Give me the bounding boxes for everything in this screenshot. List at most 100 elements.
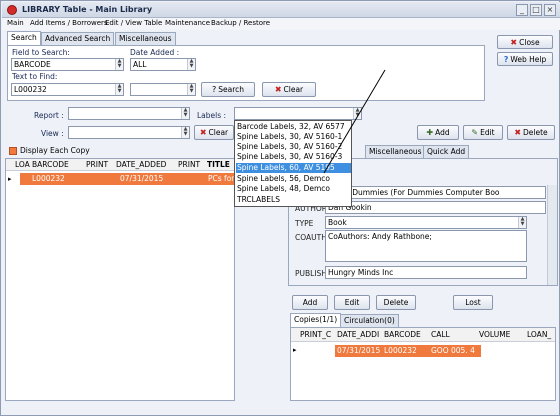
copy-edit-button[interactable]: Edit [334, 295, 370, 310]
minimize-button[interactable]: _ [516, 4, 528, 16]
publisher-value: Hungry Minds Inc [328, 268, 394, 277]
col-header[interactable]: PRINT [178, 159, 208, 171]
coauthors-field[interactable]: CoAuthors: Andy Rathbone; [325, 230, 527, 262]
col-header[interactable]: TITLE [207, 159, 234, 171]
labels-option[interactable]: Spine Labels, 48, Demco [236, 184, 351, 194]
tab-miscellaneous[interactable]: Miscellaneous [115, 32, 176, 45]
clear-icon: ✖ [199, 128, 207, 137]
tab-copies[interactable]: Copies(1/1) [290, 313, 342, 327]
publisher-field[interactable]: Hungry Minds Inc [325, 266, 527, 279]
labels-label: Labels : [197, 111, 227, 120]
window-title: LIBRARY Table - Main Library [22, 5, 153, 14]
help-icon: ? [503, 55, 509, 64]
copies-grid[interactable]: PRINT_C DATE_ADDI BARCODE CALL VOLUME LO… [290, 327, 556, 401]
cell-date-added: 07/31/2015 [337, 346, 381, 355]
web-help-label: Web Help [510, 55, 547, 64]
menu-backup[interactable]: Backup / Restore [211, 19, 270, 27]
date-added-value: ALL [133, 60, 147, 69]
clear-icon: ✖ [274, 85, 282, 94]
copy-add-button[interactable]: Add [292, 295, 328, 310]
type-label: TYPE [295, 219, 314, 228]
display-each-copy-label: Display Each Copy [20, 146, 90, 155]
close-button-label: Close [519, 38, 540, 47]
display-each-copy-checkbox[interactable] [9, 147, 17, 155]
tab-search[interactable]: Search [7, 31, 41, 45]
date-added-label: Date Added : [130, 48, 180, 57]
cell-date-added: 07/31/2015 [120, 174, 164, 183]
clear-view-label: Clear [208, 128, 229, 137]
date-added-select[interactable]: ALL ▲ ▼ [130, 58, 196, 71]
spinner-icon: ▲ ▼ [115, 59, 123, 70]
edit-icon: ✎ [471, 128, 479, 137]
search-icon: ? [211, 85, 217, 94]
search-button-label: Search [218, 85, 245, 94]
menu-add-items[interactable]: Add Items / Borrowers [30, 19, 108, 27]
edit-button[interactable]: ✎ Edit [463, 125, 503, 140]
coauthors-value: CoAuthors: Andy Rathbone; [328, 232, 432, 241]
pointer-line [323, 69, 386, 174]
secondary-input[interactable]: ▲ ▼ [130, 83, 196, 96]
tab-circulation[interactable]: Circulation(0) [340, 314, 399, 327]
text-to-find-input[interactable]: L000232 ▲ ▼ [11, 83, 124, 96]
col-header[interactable]: DATE_ADDED [116, 159, 178, 171]
web-help-button[interactable]: ? Web Help [497, 52, 553, 66]
cell-call: GOO 005. 4 [431, 346, 475, 355]
delete-button[interactable]: ✖ Delete [507, 125, 555, 140]
col-header[interactable]: PRINT [86, 159, 118, 171]
app-icon [7, 5, 17, 15]
items-grid[interactable]: LOA BARCODE PRINT DATE_ADDED PRINT TITLE… [5, 158, 235, 401]
add-button[interactable]: ✚ Add [417, 125, 459, 140]
row-indicator-icon: ▸ [8, 175, 12, 183]
edit-label: Edit [480, 128, 495, 137]
row-indicator-icon: ▸ [293, 346, 297, 354]
type-value: Book [328, 218, 347, 227]
spinner-icon: ▲ ▼ [518, 217, 526, 228]
copy-row[interactable]: 07/31/2015 L000232 GOO 005. 4 [335, 345, 481, 357]
col-header[interactable]: DATE_ADDI [337, 329, 384, 341]
tab-advanced-search[interactable]: Advanced Search [41, 32, 115, 45]
view-select[interactable]: ▲ ▼ [68, 126, 190, 139]
col-header[interactable]: LOAN_ [527, 329, 555, 341]
menu-bar: Main Add Items / Borrowers Edit / View T… [2, 18, 560, 30]
title-field[interactable]: Cs for Dummies (For Dummies Computer Boo [325, 186, 546, 199]
field-to-search-select[interactable]: BARCODE ▲ ▼ [11, 58, 124, 71]
tab-quick-add[interactable]: Quick Add [423, 145, 470, 158]
text-to-find-value: L000232 [14, 85, 47, 94]
menu-edit-view[interactable]: Edit / View Table [105, 19, 162, 27]
text-to-find-label: Text to Find: [12, 72, 58, 81]
field-to-search-label: Field to Search: [12, 48, 70, 57]
col-header[interactable]: BARCODE [32, 159, 86, 171]
lost-button[interactable]: Lost [453, 295, 493, 310]
detail-scrollbar[interactable] [547, 185, 557, 285]
col-header[interactable]: PRINT_C [300, 329, 337, 341]
col-header[interactable]: VOLUME [479, 329, 527, 341]
spinner-icon: ▲ ▼ [115, 84, 123, 95]
copy-delete-button[interactable]: Delete [376, 295, 416, 310]
app-window: LIBRARY Table - Main Library _ □ × Main … [0, 0, 560, 416]
clear-search-button[interactable]: ✖ Clear [262, 82, 316, 97]
author-field[interactable]: Dan Gookin [325, 201, 546, 214]
spinner-icon: ▲ ▼ [187, 59, 195, 70]
add-icon: ✚ [426, 128, 434, 137]
delete-icon: ✖ [514, 128, 522, 137]
view-label: View : [41, 129, 64, 138]
menu-main[interactable]: Main [7, 19, 24, 27]
close-button[interactable]: ✖ Close [497, 35, 553, 49]
col-header[interactable]: BARCODE [384, 329, 430, 341]
cell-title: PCs for [208, 174, 235, 183]
add-label: Add [435, 128, 450, 137]
clear-button-label: Clear [283, 85, 304, 94]
clear-view-button[interactable]: ✖ Clear [194, 125, 234, 140]
title-value: Cs for Dummies (For Dummies Computer Boo [328, 188, 500, 197]
table-row[interactable]: L000232 07/31/2015 PCs for [20, 173, 235, 185]
maximize-button[interactable]: □ [530, 4, 542, 16]
title-bar: LIBRARY Table - Main Library _ □ × [2, 2, 560, 18]
field-to-search-value: BARCODE [14, 60, 51, 69]
type-select[interactable]: Book ▲ ▼ [325, 216, 527, 229]
menu-maintenance[interactable]: Maintenance [165, 19, 210, 27]
close-window-button[interactable]: × [544, 4, 556, 16]
search-button[interactable]: ? Search [201, 82, 255, 97]
report-select[interactable]: ▲ ▼ [68, 107, 190, 120]
col-header[interactable]: CALL [431, 329, 479, 341]
labels-option[interactable]: TRCLABELS [236, 195, 351, 205]
